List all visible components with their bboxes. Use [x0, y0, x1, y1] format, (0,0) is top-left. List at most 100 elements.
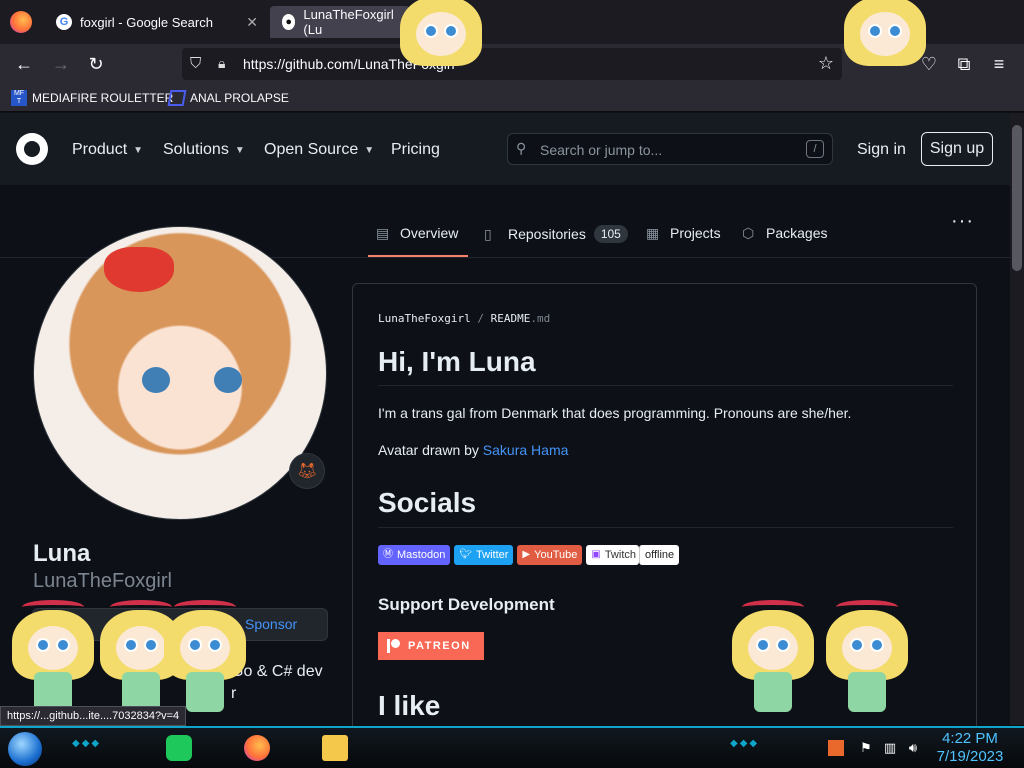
badge-label: YouTube: [534, 549, 578, 561]
tab-github-profile[interactable]: ● LunaTheFoxgirl (Lu: [270, 6, 410, 38]
back-arrow-icon[interactable]: ←: [13, 54, 35, 74]
readme-file-ext: .md: [530, 312, 551, 325]
github-header: Product ▼ Solutions ▼ Open Source ▼ Pricing…: [0, 113, 1010, 185]
page-scrollbar[interactable]: [1010, 113, 1024, 725]
readme-intro: I'm a trans gal from Denmark that does p…: [378, 405, 852, 421]
readme-title: Hi, I'm Luna: [378, 346, 536, 377]
badge-label: Twitch: [604, 549, 636, 561]
artist-link[interactable]: Sakura Hama: [483, 442, 569, 458]
shield-icon[interactable]: ⛉: [190, 55, 201, 72]
search-input[interactable]: ⚲ Search or jump to... /: [507, 133, 833, 165]
patreon-icon: [387, 639, 400, 653]
firefox-icon[interactable]: [10, 11, 32, 33]
reload-icon[interactable]: ↻: [85, 54, 107, 74]
character-sticker: [840, 0, 930, 106]
character-sticker: [396, 0, 486, 106]
tab-google-search[interactable]: G foxgirl - Google Search ✕: [44, 6, 268, 38]
github-icon: ●: [282, 14, 296, 30]
taskbar-notes-app[interactable]: [162, 732, 196, 764]
youtube-badge[interactable]: ▶ YouTube: [517, 545, 583, 565]
taskbar-decoration: ◆◆◆: [72, 738, 102, 749]
readme-file-name: README: [490, 312, 531, 325]
tab-title: LunaTheFoxgirl (Lu: [303, 7, 394, 37]
notes-app-icon: [166, 735, 192, 761]
address-bar[interactable]: ⛉ 🔒︎ https://github.com/LunaTheFoxgirl ☆: [182, 48, 842, 80]
sign-up-button[interactable]: Sign up: [921, 132, 993, 166]
bookmark-star-icon[interactable]: ☆: [818, 53, 834, 74]
taskbar-firefox-app[interactable]: [240, 732, 274, 764]
search-placeholder: Search or jump to...: [540, 142, 663, 158]
tab-overview[interactable]: ▤ Overview: [376, 225, 458, 241]
tab-label: Packages: [766, 225, 828, 241]
tab-label: Repositories: [508, 226, 586, 242]
character-sticker: [822, 600, 912, 720]
avatar-eye: [142, 367, 170, 393]
support-heading: Support Development: [378, 595, 555, 614]
profile-name: Luna: [33, 540, 91, 567]
nav-label: Solutions: [163, 141, 229, 158]
nav-open-source[interactable]: Open Source ▼: [264, 141, 374, 159]
twitch-badge[interactable]: ▣ Twitch: [586, 545, 639, 565]
repo-count-badge: 105: [593, 225, 628, 243]
status-emoji-icon[interactable]: 🦊︎: [289, 453, 325, 489]
bookmark-mediafire[interactable]: MF T MEDIAFIRE ROULETTER: [11, 90, 173, 106]
forward-arrow-icon[interactable]: →: [50, 54, 72, 74]
extensions-icon[interactable]: ⧉: [953, 54, 975, 74]
readme-avatar-credit: Avatar drawn by Sakura Hama: [378, 442, 568, 458]
tab-packages[interactable]: ⬡ Packages: [742, 225, 827, 241]
chevron-down-icon: ▼: [364, 144, 375, 156]
avatar-eye: [214, 367, 242, 393]
character-sticker: [728, 600, 818, 720]
nav-label: Open Source: [264, 141, 359, 158]
twitter-icon: 🐦︎: [459, 549, 473, 560]
like-heading: I like: [378, 690, 441, 721]
tab-projects[interactable]: ▦ Projects: [646, 225, 721, 241]
patreon-button[interactable]: PATREON: [378, 632, 484, 660]
nav-pricing[interactable]: Pricing: [391, 141, 440, 159]
taskbar-explorer-app[interactable]: [318, 732, 352, 764]
close-tab-icon[interactable]: ✕: [246, 14, 258, 31]
divider: [378, 385, 953, 386]
readme-owner-link[interactable]: LunaTheFoxgirl: [378, 312, 471, 325]
badge-label: Mastodon: [397, 549, 446, 561]
repo-icon: ▯: [484, 226, 492, 242]
path-separator: /: [477, 312, 484, 325]
lock-icon[interactable]: 🔒︎: [218, 55, 225, 72]
taskbar-decoration: ◆◆◆: [730, 738, 760, 749]
start-button-icon[interactable]: [8, 732, 42, 766]
bookmark-label: ANAL PROLAPSE: [190, 91, 289, 105]
tray-app-icon[interactable]: [828, 740, 844, 756]
tab-repositories[interactable]: ▯ Repositories 105: [484, 225, 628, 243]
clock-time: 4:22 PM: [942, 730, 998, 747]
patreon-label: PATREON: [408, 640, 471, 652]
more-options-icon[interactable]: ···: [951, 210, 974, 233]
active-tab-underline: [368, 255, 468, 257]
github-logo-icon[interactable]: [16, 133, 48, 165]
taskbar: ◆◆◆ ◆◆◆ ⚑ ▥ 🔊︎ 4:22 PM 7/19/2023: [0, 726, 1024, 768]
avatar[interactable]: [33, 226, 327, 520]
twitch-icon: ▣: [591, 549, 601, 560]
scrollbar-thumb[interactable]: [1012, 125, 1022, 271]
nav-label: Product: [72, 141, 128, 158]
mastodon-badge[interactable]: Ⓜ Mastodon: [378, 545, 451, 565]
system-clock[interactable]: 4:22 PM 7/19/2023: [930, 730, 1010, 766]
avatar-bow: [104, 247, 174, 292]
tray-flag-icon[interactable]: ⚑: [858, 740, 874, 756]
twitch-status-badge[interactable]: offline: [639, 545, 680, 565]
tab-label: Overview: [400, 225, 459, 241]
menu-icon[interactable]: ≡: [988, 54, 1010, 74]
nav-solutions[interactable]: Solutions ▼: [163, 141, 245, 159]
book-icon: ▤: [376, 225, 390, 241]
network-icon[interactable]: ▥: [882, 740, 898, 756]
badge-label: Twitter: [476, 549, 509, 561]
bookmark-second[interactable]: ANAL PROLAPSE: [167, 90, 289, 106]
nav-product[interactable]: Product ▼: [72, 141, 143, 159]
twitter-badge[interactable]: 🐦︎ Twitter: [454, 545, 514, 565]
chevron-down-icon: ▼: [133, 144, 144, 156]
mastodon-icon: Ⓜ: [383, 549, 393, 560]
google-icon: G: [56, 14, 72, 30]
volume-icon[interactable]: 🔊︎: [905, 740, 921, 756]
sign-in-link[interactable]: Sign in: [857, 141, 906, 159]
tab-title: foxgirl - Google Search: [80, 14, 213, 30]
search-shortcut-key: /: [806, 140, 824, 158]
